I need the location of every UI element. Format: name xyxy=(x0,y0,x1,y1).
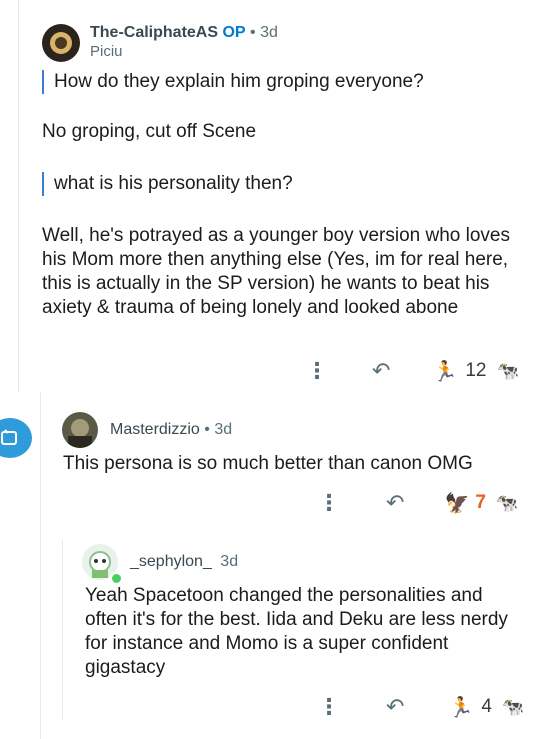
separator: • xyxy=(204,421,210,438)
vote-score: 4 xyxy=(481,696,492,717)
downvote-icon[interactable]: 🐄 xyxy=(496,493,518,514)
quote-text: what is his personality then? xyxy=(42,172,524,196)
avatar[interactable] xyxy=(62,412,98,448)
thread-line[interactable] xyxy=(18,0,19,392)
thread-line[interactable] xyxy=(40,392,41,739)
more-options-icon[interactable]: ⋮ xyxy=(318,490,340,516)
comment-actions: ⋮ ↶ 🏃 12 🐄 xyxy=(306,358,519,384)
more-options-icon[interactable]: ⋮ xyxy=(318,694,340,720)
timestamp: 3d xyxy=(214,421,233,438)
reply-icon[interactable]: ↶ xyxy=(386,490,404,516)
reply-icon[interactable]: ↶ xyxy=(372,358,390,384)
vote-score: 12 xyxy=(465,360,487,381)
award-icon[interactable]: 🦅 xyxy=(444,491,469,516)
collapsed-thread-icon[interactable] xyxy=(0,418,32,458)
user-flair: Piciu xyxy=(90,43,123,60)
comment-actions: ⋮ ↶ 🦅 7 🐄 xyxy=(318,490,518,516)
comment-actions: ⋮ ↶ 🏃 4 🐄 xyxy=(318,694,524,720)
vote-score: 7 xyxy=(475,492,486,513)
downvote-icon[interactable]: 🐄 xyxy=(496,361,518,382)
comment-text: Well, he's potrayed as a younger boy ver… xyxy=(42,225,510,318)
avatar[interactable] xyxy=(42,24,80,62)
username[interactable]: _sephylon_ xyxy=(130,553,212,570)
timestamp: 3d xyxy=(220,553,239,570)
quote-text: How do they explain him groping everyone… xyxy=(42,70,524,94)
timestamp: 3d xyxy=(260,24,278,41)
reply-icon[interactable]: ↶ xyxy=(386,694,404,720)
more-options-icon[interactable]: ⋮ xyxy=(306,358,328,384)
comment-header: Masterdizzio • 3d xyxy=(110,421,232,439)
username[interactable]: The-CaliphateAS xyxy=(90,24,218,41)
op-badge: OP xyxy=(222,24,246,41)
comment-header: _sephylon_ 3d xyxy=(130,553,238,571)
downvote-icon[interactable]: 🐄 xyxy=(502,697,524,718)
username[interactable]: Masterdizzio xyxy=(110,421,200,438)
comment-text: Yeah Spacetoon changed the personalities… xyxy=(85,585,508,678)
award-icon[interactable]: 🏃 xyxy=(432,359,457,384)
comment-header: The-CaliphateAS OP • 3d xyxy=(90,24,278,42)
thread-line[interactable] xyxy=(62,540,63,720)
comment-text: This persona is so much better than cano… xyxy=(63,453,473,474)
award-icon[interactable]: 🏃 xyxy=(448,695,473,720)
comment-text: No groping, cut off Scene xyxy=(42,121,257,142)
separator: • xyxy=(250,24,256,41)
